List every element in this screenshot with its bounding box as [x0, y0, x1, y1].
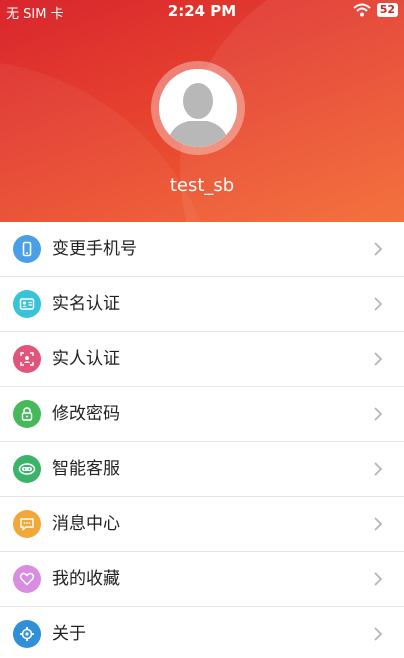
menu-item-label: 我的收藏	[52, 569, 120, 589]
face-scan-icon	[13, 345, 41, 373]
menu-item-message-center[interactable]: 消息中心	[0, 497, 404, 552]
wifi-icon	[353, 3, 371, 17]
menu-item-label: 实名认证	[52, 294, 120, 314]
phone-icon	[13, 235, 41, 263]
menu-item-change-phone[interactable]: 变更手机号	[0, 222, 404, 277]
menu-item-label: 修改密码	[52, 404, 120, 424]
robot-icon	[13, 455, 41, 483]
menu-item-label: 消息中心	[52, 514, 120, 534]
menu-item-about[interactable]: 关于	[0, 607, 404, 658]
chevron-right-icon	[374, 462, 383, 476]
menu-item-label: 实人认证	[52, 349, 120, 369]
menu-item-label: 变更手机号	[52, 239, 137, 259]
heart-icon	[13, 565, 41, 593]
gear-icon	[13, 620, 41, 648]
menu-item-smart-service[interactable]: 智能客服	[0, 442, 404, 497]
profile-screen: 无 SIM 卡 2:24 PM 52 test_sb 变更手机号 实名认证 实人…	[0, 0, 404, 658]
lock-icon	[13, 400, 41, 428]
username: test_sb	[169, 175, 235, 196]
message-icon	[13, 510, 41, 538]
chevron-right-icon	[374, 572, 383, 586]
settings-menu: 变更手机号 实名认证 实人认证 修改密码 智能客服 消息中心 我的收藏 关于	[0, 222, 404, 658]
chevron-right-icon	[374, 297, 383, 311]
avatar-ring[interactable]	[151, 61, 245, 155]
status-time: 2:24 PM	[167, 2, 237, 20]
menu-item-change-password[interactable]: 修改密码	[0, 387, 404, 442]
status-right: 52	[353, 3, 398, 17]
id-card-icon	[13, 290, 41, 318]
menu-item-real-name-auth[interactable]: 实名认证	[0, 277, 404, 332]
battery-indicator: 52	[376, 3, 398, 17]
avatar[interactable]	[159, 69, 237, 147]
menu-item-face-auth[interactable]: 实人认证	[0, 332, 404, 387]
menu-item-favorites[interactable]: 我的收藏	[0, 552, 404, 607]
menu-item-label: 智能客服	[52, 459, 120, 479]
chevron-right-icon	[374, 407, 383, 421]
chevron-right-icon	[374, 242, 383, 256]
chevron-right-icon	[374, 517, 383, 531]
menu-item-label: 关于	[52, 624, 86, 644]
user-silhouette-icon	[159, 69, 237, 147]
chevron-right-icon	[374, 352, 383, 366]
chevron-right-icon	[374, 627, 383, 641]
profile-header: 无 SIM 卡 2:24 PM 52 test_sb	[0, 0, 404, 222]
status-bar: 无 SIM 卡 2:24 PM 52	[0, 0, 404, 24]
